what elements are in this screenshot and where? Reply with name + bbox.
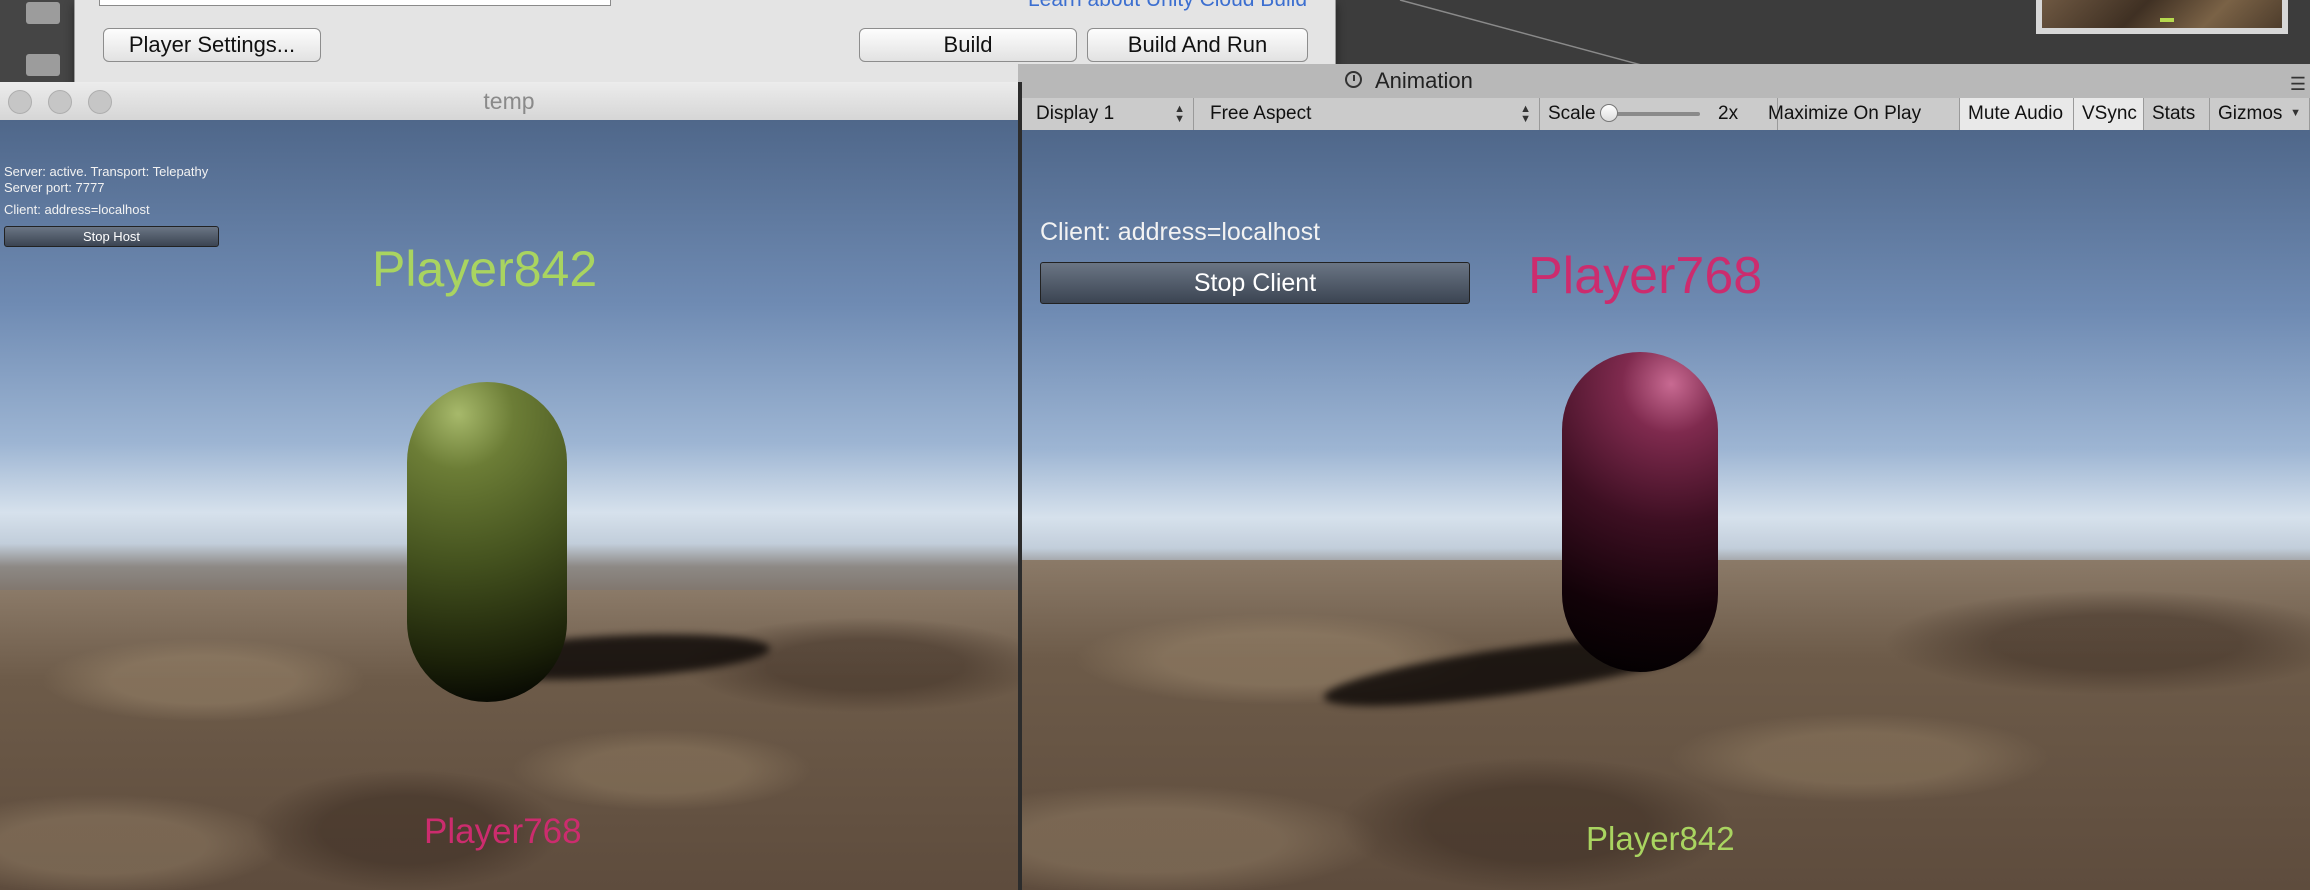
server-port-label: Server port: 7777 xyxy=(4,180,105,195)
standalone-player-window: temp Server: active. Transport: Telepath… xyxy=(0,82,1018,890)
player-settings-button[interactable]: Player Settings... xyxy=(103,28,321,62)
stop-client-button[interactable]: Stop Client xyxy=(1040,262,1470,304)
build-and-run-button[interactable]: Build And Run xyxy=(1087,28,1308,62)
dropdown-arrow-icon: ▼ xyxy=(2290,107,2301,119)
scene-gizmo-line xyxy=(1399,0,1661,70)
minimize-icon[interactable] xyxy=(48,90,72,114)
dropdown-arrow-icon: ▲ ▼ xyxy=(1174,103,1185,125)
scene-preview-thumbnail xyxy=(2036,0,2288,34)
clock-icon xyxy=(1345,71,1362,88)
scale-slider-thumb[interactable] xyxy=(1600,104,1618,122)
player768-capsule xyxy=(1562,352,1718,672)
menu-icon[interactable]: ☰ xyxy=(2290,74,2306,95)
standalone-game-viewport[interactable]: Server: active. Transport: Telepathy Ser… xyxy=(0,120,1018,890)
display-select-value: Display 1 xyxy=(1036,103,1115,124)
aspect-select-value: Free Aspect xyxy=(1210,103,1312,124)
aspect-select[interactable]: Free Aspect ▲ ▼ xyxy=(1202,98,1540,130)
gizmos-dropdown[interactable]: Gizmos ▼ xyxy=(2210,98,2310,130)
player-name-tag: Player842 xyxy=(1586,820,1735,857)
folder-icon[interactable] xyxy=(26,2,60,24)
maximize-on-play-toggle[interactable]: Maximize On Play xyxy=(1760,98,1960,130)
game-view-toolbar: Display 1 ▲ ▼ Free Aspect ▲ ▼ Scale 2x Max… xyxy=(1018,98,2310,131)
scale-control: Scale 2x xyxy=(1540,98,1778,130)
mute-audio-toggle[interactable]: Mute Audio xyxy=(1960,98,2074,130)
player-name-tag: Player768 xyxy=(1528,247,1763,305)
editor-game-viewport[interactable]: Client: address=localhost Stop Client Pl… xyxy=(1022,130,2310,890)
scale-label: Scale xyxy=(1548,103,1596,124)
scale-slider-track[interactable] xyxy=(1606,112,1700,116)
client-address-label: Client: address=localhost xyxy=(1040,218,1321,246)
build-button[interactable]: Build xyxy=(859,28,1077,62)
stop-host-button[interactable]: Stop Host xyxy=(4,226,219,247)
player842-capsule xyxy=(407,382,567,702)
close-icon[interactable] xyxy=(8,90,32,114)
stats-toggle[interactable]: Stats xyxy=(2144,98,2210,130)
tab-animation[interactable]: Animation xyxy=(1375,68,1473,94)
player-name-tag: Player768 xyxy=(424,812,582,851)
vsync-toggle[interactable]: VSync xyxy=(2074,98,2144,130)
cloud-build-link[interactable]: Learn about Unity Cloud Build xyxy=(1028,0,1307,12)
window-divider xyxy=(1018,82,1022,890)
player-name-tag: Player842 xyxy=(372,241,598,297)
display-select[interactable]: Display 1 ▲ ▼ xyxy=(1028,98,1194,130)
client-address-label: Client: address=localhost xyxy=(4,202,150,217)
window-title: temp xyxy=(483,87,535,114)
path-field[interactable] xyxy=(99,0,611,6)
editor-tab-bar: Animation ☰ xyxy=(1018,64,2310,99)
server-status-label: Server: active. Transport: Telepathy xyxy=(4,164,209,179)
window-titlebar[interactable]: temp xyxy=(0,82,1018,121)
folder-icon[interactable] xyxy=(26,54,60,76)
maximize-icon[interactable] xyxy=(88,90,112,114)
scale-value: 2x xyxy=(1718,103,1739,124)
gizmos-label: Gizmos xyxy=(2218,103,2283,124)
dropdown-arrow-icon: ▲ ▼ xyxy=(1520,103,1531,125)
